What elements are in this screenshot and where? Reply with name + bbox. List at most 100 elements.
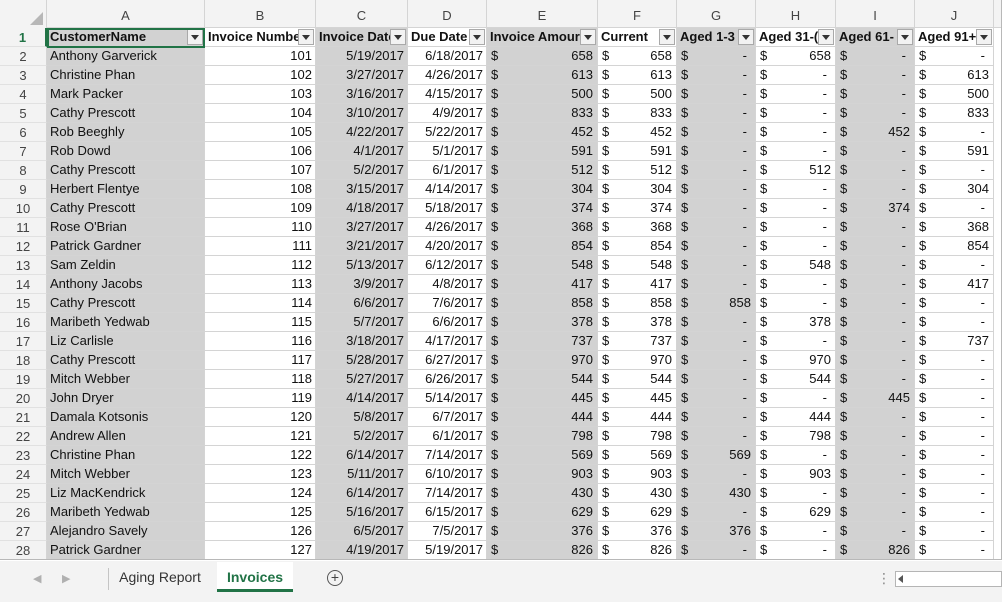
- cell-aged-31-60[interactable]: $ -: [756, 332, 836, 351]
- cell-aged-31-60[interactable]: $ -: [756, 389, 836, 408]
- cell-due-date[interactable]: 6/15/2017: [408, 503, 487, 522]
- cell-aged-61-90[interactable]: $ -: [836, 465, 915, 484]
- cell-aged-31-60[interactable]: $ -: [756, 199, 836, 218]
- cell-invoice-number[interactable]: 105: [205, 123, 316, 142]
- cell-invoice-date[interactable]: 5/19/2017: [316, 47, 408, 66]
- cell-invoice-number[interactable]: 110: [205, 218, 316, 237]
- cell-aged-91-plus[interactable]: $ -: [915, 389, 994, 408]
- cell-aged-1-30[interactable]: $ -: [677, 313, 756, 332]
- cell-aged-61-90[interactable]: $ -: [836, 180, 915, 199]
- row-header[interactable]: 6: [0, 123, 47, 142]
- cell-aged-61-90[interactable]: $ -: [836, 427, 915, 446]
- row-header[interactable]: 23: [0, 446, 47, 465]
- cell-aged-1-30[interactable]: $ -: [677, 275, 756, 294]
- cell-invoice-amount[interactable]: $658: [487, 47, 598, 66]
- cell-aged-91-plus[interactable]: $ -: [915, 313, 994, 332]
- filter-dropdown-icon[interactable]: [659, 29, 675, 45]
- cell-aged-91-plus[interactable]: $ -: [915, 503, 994, 522]
- row-header[interactable]: 21: [0, 408, 47, 427]
- cell-invoice-number[interactable]: 108: [205, 180, 316, 199]
- column-header-j[interactable]: J: [915, 0, 994, 28]
- cell-aged-61-90[interactable]: $445: [836, 389, 915, 408]
- filter-dropdown-icon[interactable]: [580, 29, 596, 45]
- cell-current[interactable]: $833: [598, 104, 677, 123]
- column-header-g[interactable]: G: [677, 0, 756, 28]
- cell-aged-1-30[interactable]: $ -: [677, 408, 756, 427]
- cell-invoice-number[interactable]: 118: [205, 370, 316, 389]
- cell-aged-1-30[interactable]: $ -: [677, 503, 756, 522]
- row-header[interactable]: 18: [0, 351, 47, 370]
- cell-invoice-amount[interactable]: $417: [487, 275, 598, 294]
- cell-current[interactable]: $658: [598, 47, 677, 66]
- filter-dropdown-icon[interactable]: [390, 29, 406, 45]
- cell-current[interactable]: $445: [598, 389, 677, 408]
- cell-customer-name[interactable]: Herbert Flentye: [47, 180, 205, 199]
- row-header[interactable]: 20: [0, 389, 47, 408]
- cell-invoice-date[interactable]: 5/8/2017: [316, 408, 408, 427]
- cell-invoice-number[interactable]: 117: [205, 351, 316, 370]
- cell-invoice-number[interactable]: 112: [205, 256, 316, 275]
- cell-aged-1-30[interactable]: $ -: [677, 256, 756, 275]
- cell-customer-name[interactable]: Rose O'Brian: [47, 218, 205, 237]
- row-header[interactable]: 27: [0, 522, 47, 541]
- cell-aged-61-90[interactable]: $ -: [836, 351, 915, 370]
- row-header[interactable]: 5: [0, 104, 47, 123]
- cell-invoice-date[interactable]: 3/9/2017: [316, 275, 408, 294]
- cell-aged-61-90[interactable]: $374: [836, 199, 915, 218]
- cell-due-date[interactable]: 6/7/2017: [408, 408, 487, 427]
- cell-aged-31-60[interactable]: $970: [756, 351, 836, 370]
- cell-aged-61-90[interactable]: $ -: [836, 47, 915, 66]
- cell-due-date[interactable]: 7/5/2017: [408, 522, 487, 541]
- cell-invoice-number[interactable]: 123: [205, 465, 316, 484]
- cell-invoice-date[interactable]: 3/27/2017: [316, 66, 408, 85]
- column-header-i[interactable]: I: [836, 0, 915, 28]
- cell-aged-1-30[interactable]: $ -: [677, 351, 756, 370]
- cell-customer-name[interactable]: Cathy Prescott: [47, 199, 205, 218]
- cell-aged-1-30[interactable]: $ -: [677, 370, 756, 389]
- cell-invoice-amount[interactable]: $629: [487, 503, 598, 522]
- cell-current[interactable]: $417: [598, 275, 677, 294]
- cell-invoice-amount[interactable]: $378: [487, 313, 598, 332]
- column-header-e[interactable]: E: [487, 0, 598, 28]
- cell-aged-91-plus[interactable]: $417: [915, 275, 994, 294]
- column-header-b[interactable]: B: [205, 0, 316, 28]
- cell-due-date[interactable]: 6/18/2017: [408, 47, 487, 66]
- cell-aged-91-plus[interactable]: $ -: [915, 161, 994, 180]
- cell-aged-91-plus[interactable]: $613: [915, 66, 994, 85]
- cell-due-date[interactable]: 4/9/2017: [408, 104, 487, 123]
- cell-customer-name[interactable]: Maribeth Yedwab: [47, 503, 205, 522]
- cell-customer-name[interactable]: Alejandro Savely: [47, 522, 205, 541]
- header-cell-current[interactable]: Current: [598, 28, 677, 47]
- cell-invoice-number[interactable]: 115: [205, 313, 316, 332]
- cell-current[interactable]: $500: [598, 85, 677, 104]
- cell-aged-31-60[interactable]: $658: [756, 47, 836, 66]
- row-header[interactable]: 24: [0, 465, 47, 484]
- cell-due-date[interactable]: 6/1/2017: [408, 161, 487, 180]
- cell-aged-61-90[interactable]: $ -: [836, 275, 915, 294]
- cell-current[interactable]: $368: [598, 218, 677, 237]
- cell-invoice-number[interactable]: 106: [205, 142, 316, 161]
- column-header-a[interactable]: A: [47, 0, 205, 28]
- cell-invoice-date[interactable]: 5/28/2017: [316, 351, 408, 370]
- cell-aged-1-30[interactable]: $ -: [677, 218, 756, 237]
- row-header[interactable]: 2: [0, 47, 47, 66]
- header-cell-customer-name[interactable]: CustomerName: [47, 28, 205, 47]
- row-header[interactable]: 9: [0, 180, 47, 199]
- cell-aged-31-60[interactable]: $ -: [756, 180, 836, 199]
- cell-invoice-amount[interactable]: $512: [487, 161, 598, 180]
- cell-customer-name[interactable]: Patrick Gardner: [47, 541, 205, 559]
- cell-aged-61-90[interactable]: $ -: [836, 66, 915, 85]
- cell-invoice-date[interactable]: 4/22/2017: [316, 123, 408, 142]
- cell-invoice-amount[interactable]: $374: [487, 199, 598, 218]
- cell-aged-1-30[interactable]: $569: [677, 446, 756, 465]
- cell-invoice-number[interactable]: 101: [205, 47, 316, 66]
- cell-invoice-date[interactable]: 3/16/2017: [316, 85, 408, 104]
- cell-aged-31-60[interactable]: $ -: [756, 218, 836, 237]
- cell-invoice-number[interactable]: 116: [205, 332, 316, 351]
- filter-dropdown-icon[interactable]: [976, 29, 992, 45]
- filter-dropdown-icon[interactable]: [818, 29, 834, 45]
- cell-invoice-date[interactable]: 4/14/2017: [316, 389, 408, 408]
- cell-invoice-number[interactable]: 119: [205, 389, 316, 408]
- cell-aged-31-60[interactable]: $444: [756, 408, 836, 427]
- cell-invoice-number[interactable]: 125: [205, 503, 316, 522]
